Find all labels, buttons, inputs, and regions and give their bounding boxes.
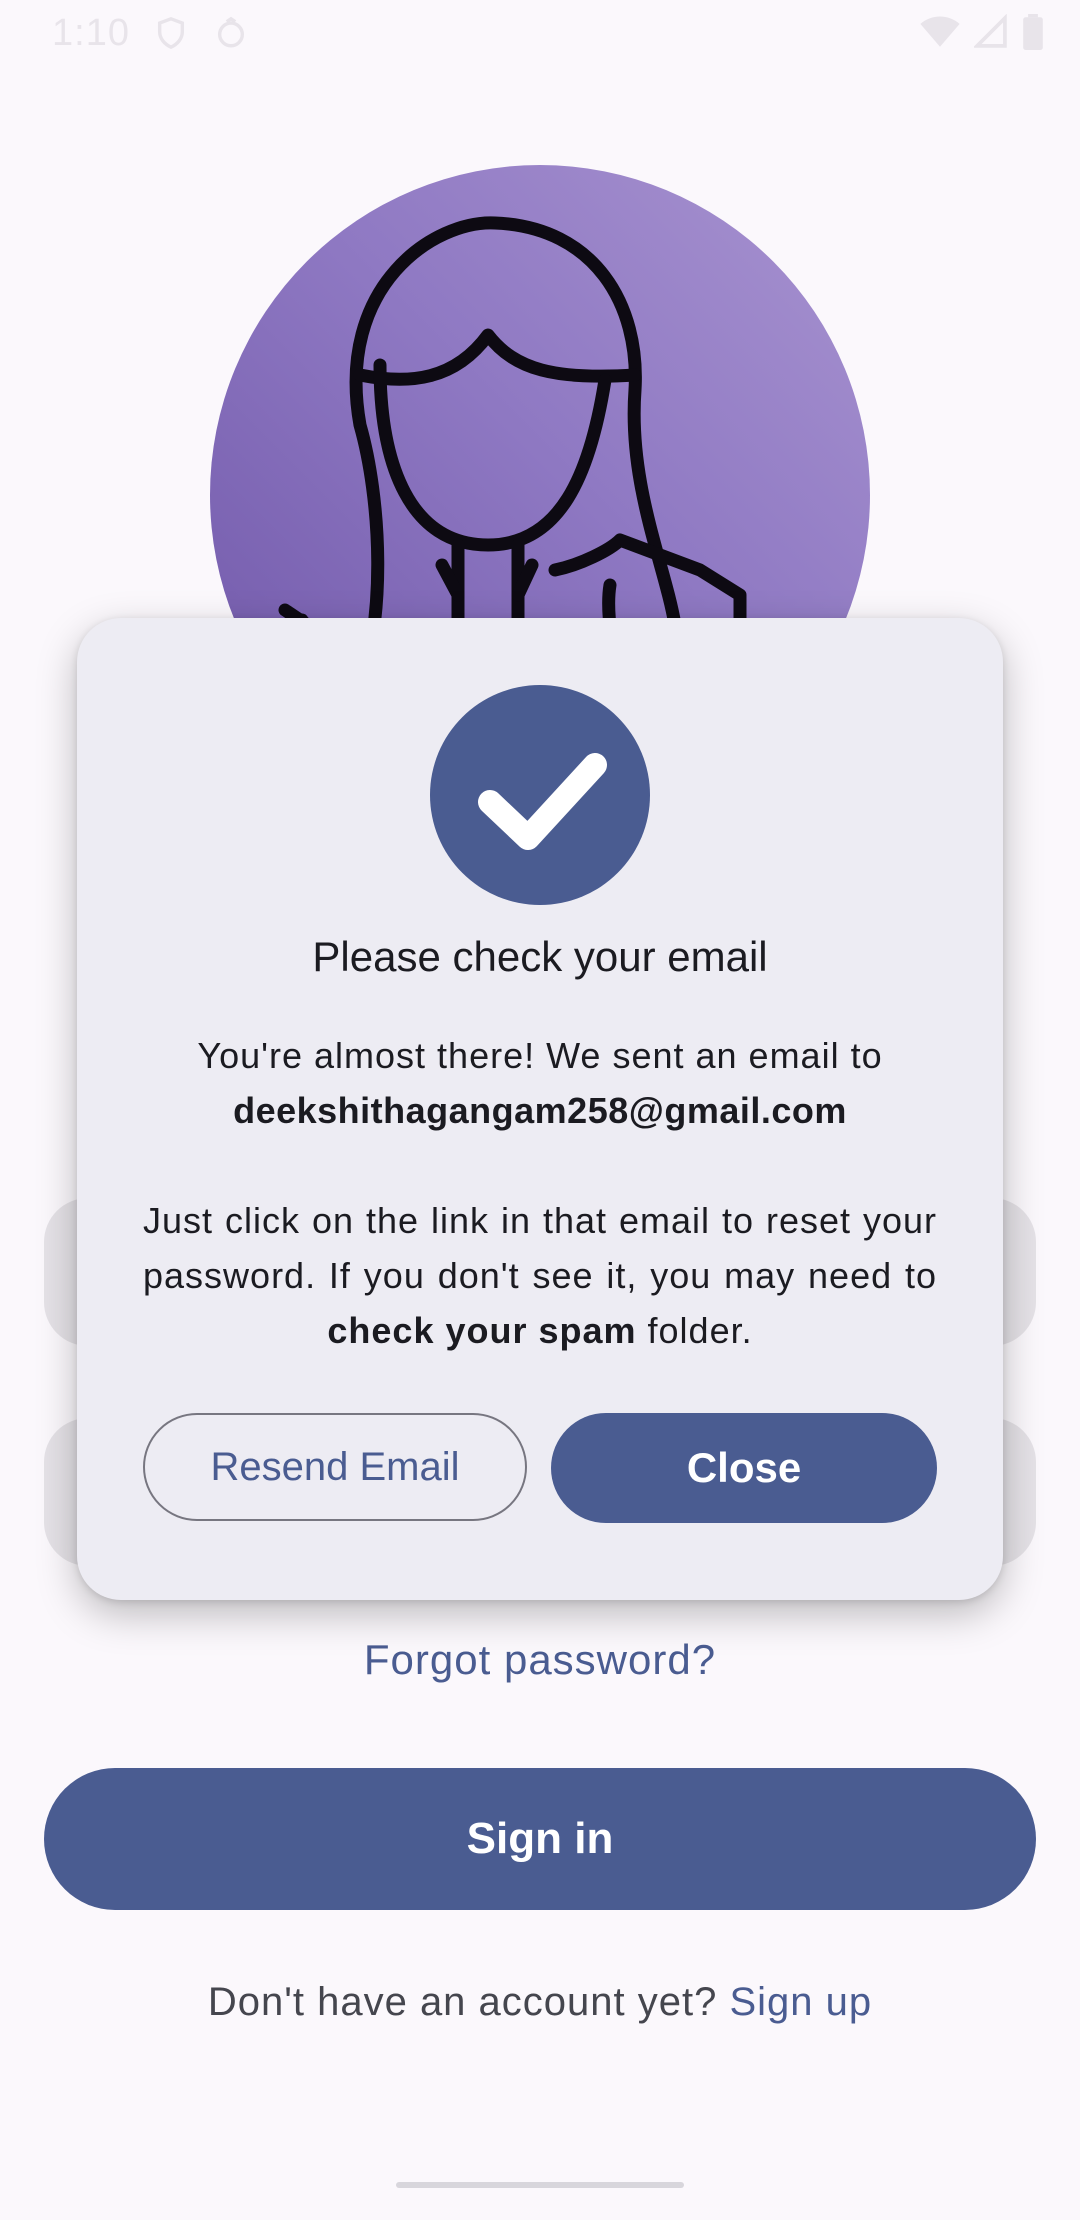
dialog-line-1: You're almost there! We sent an email to xyxy=(197,1035,883,1076)
shield-icon xyxy=(157,17,185,50)
no-account-text: Don't have an account yet? xyxy=(207,1980,730,2024)
dialog-p2-text-b: folder. xyxy=(636,1310,753,1351)
resend-email-button[interactable]: Resend Email xyxy=(143,1413,527,1521)
dialog-email: deekshithagangam258@gmail.com xyxy=(233,1090,847,1131)
sign-up-link[interactable]: Sign up xyxy=(729,1980,872,2024)
signal-icon xyxy=(974,14,1007,48)
signup-row: Don't have an account yet? Sign up xyxy=(0,1980,1080,2025)
wifi-icon xyxy=(920,16,960,47)
battery-icon xyxy=(1023,14,1043,50)
forgot-password-link[interactable]: Forgot password? xyxy=(0,1636,1080,1684)
status-bar: 1:10 xyxy=(0,0,1080,66)
dialog-paragraph-2: Just click on the link in that email to … xyxy=(143,1193,937,1358)
screen: 1:10 Forgot password? Sign in Don't have… xyxy=(0,0,1080,2220)
check-icon xyxy=(478,753,607,850)
check-email-dialog: Please check your email You're almost th… xyxy=(77,618,1003,1600)
status-right-icons xyxy=(920,14,1044,50)
check-circle xyxy=(430,685,650,905)
dialog-title: Please check your email xyxy=(312,933,768,980)
sign-in-label: Sign in xyxy=(466,1814,614,1863)
home-indicator[interactable] xyxy=(396,2182,684,2188)
dialog-p2-text-a: Just click on the link in that email to … xyxy=(143,1200,937,1296)
data-saver-icon xyxy=(217,16,245,48)
dialog-p2-bold: check your spam xyxy=(327,1310,637,1351)
close-button[interactable]: Close xyxy=(551,1413,937,1523)
close-label: Close xyxy=(686,1444,802,1491)
dialog-body: You're almost there! We sent an email to… xyxy=(143,1028,937,1358)
resend-email-label: Resend Email xyxy=(210,1444,460,1489)
sign-in-button[interactable]: Sign in xyxy=(44,1768,1036,1910)
status-time: 1:10 xyxy=(52,12,130,54)
